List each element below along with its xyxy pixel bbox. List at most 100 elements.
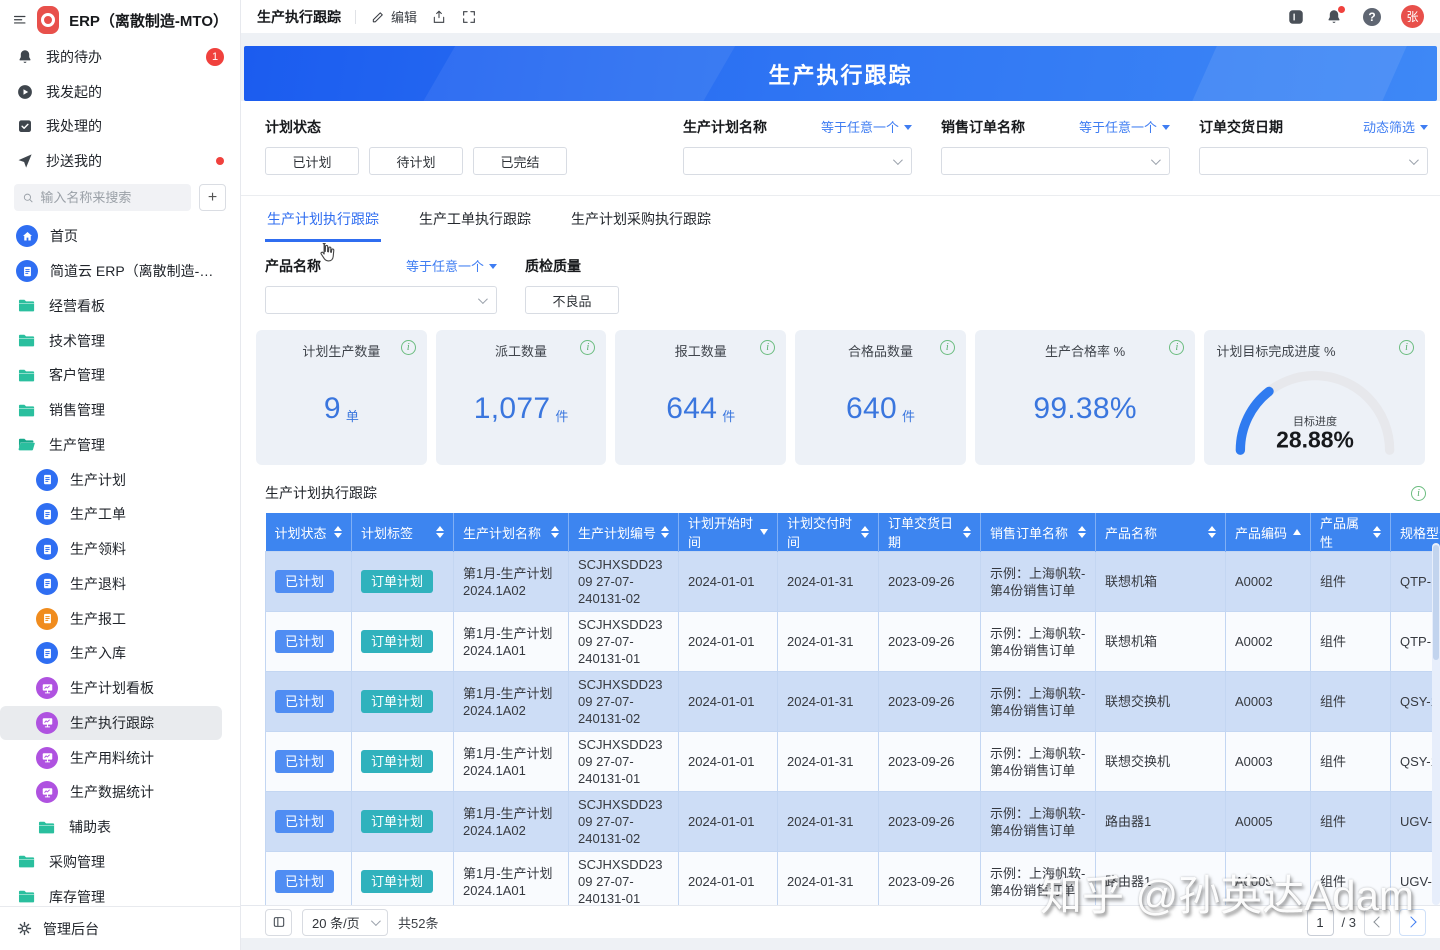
fullscreen-button[interactable] bbox=[461, 9, 477, 25]
column-header[interactable]: 产品属性 bbox=[1311, 513, 1391, 552]
sidebar-item-label: 生产执行跟踪 bbox=[70, 713, 154, 733]
red-dot bbox=[216, 157, 224, 165]
avatar[interactable]: 张 bbox=[1401, 5, 1424, 28]
table-cell: 示例：上海帆软-第4份销售订单 bbox=[981, 672, 1096, 732]
sidebar-item[interactable]: 我处理的 bbox=[0, 109, 240, 144]
column-header[interactable]: 计划状态 bbox=[266, 513, 352, 552]
info-icon[interactable]: i bbox=[940, 340, 955, 355]
admin-console-item[interactable]: 管理后台 bbox=[0, 906, 240, 950]
sidebar-item-label: 简道云 ERP（离散制造-MTO）... bbox=[50, 261, 224, 281]
sidebar-nav-item[interactable]: 生产工单 bbox=[0, 497, 240, 532]
operator-selector[interactable]: 等于任意一个 bbox=[821, 117, 912, 136]
sidebar-item-label: 生产领料 bbox=[70, 539, 126, 559]
sidebar-nav-item[interactable]: 技术管理 bbox=[0, 323, 240, 358]
table-settings-button[interactable] bbox=[265, 909, 292, 936]
sidebar-nav-item[interactable]: 生产数据统计 bbox=[0, 775, 240, 810]
scrollbar-thumb[interactable] bbox=[1433, 545, 1439, 660]
operator-selector[interactable]: 等于任意一个 bbox=[1079, 117, 1170, 136]
table-row[interactable]: 已计划订单计划第1月-生产计划 2024.1A02SCJHXSDD2309 27… bbox=[266, 672, 1440, 732]
table-title: 生产计划执行跟踪 bbox=[265, 483, 377, 503]
table-row[interactable]: 已计划订单计划第1月-生产计划 2024.1A01SCJHXSDD2309 27… bbox=[266, 732, 1440, 792]
sidebar-nav-item[interactable]: 生产计划看板 bbox=[0, 671, 240, 706]
column-header[interactable]: 订单交货日期 bbox=[879, 513, 981, 552]
tab[interactable]: 生产工单执行跟踪 bbox=[417, 196, 533, 242]
sidebar-nav-item[interactable]: 简道云 ERP（离散制造-MTO）... bbox=[0, 254, 240, 289]
page-size-select[interactable]: 20 条/页 bbox=[302, 909, 388, 936]
defective-option-button[interactable]: 不良品 bbox=[525, 286, 619, 314]
sidebar-nav-item[interactable]: 采购管理 bbox=[0, 845, 240, 880]
sidebar-nav-item[interactable]: 生产管理 bbox=[0, 428, 240, 463]
help-button[interactable]: ? bbox=[1363, 8, 1381, 26]
product-name-select[interactable] bbox=[265, 286, 497, 314]
sidebar-nav-item[interactable]: 生产计划 bbox=[0, 462, 240, 497]
table-cell: 2024-01-01 bbox=[679, 552, 778, 612]
edit-button[interactable]: 编辑 bbox=[370, 7, 417, 26]
info-icon[interactable]: i bbox=[1399, 340, 1414, 355]
table-row[interactable]: 已计划订单计划第1月-生产计划 2024.1A01SCJHXSDD2309 27… bbox=[266, 612, 1440, 672]
next-page-button[interactable] bbox=[1399, 909, 1426, 936]
status-option-button[interactable]: 已计划 bbox=[265, 147, 359, 175]
table-cell: 2024-01-31 bbox=[778, 612, 879, 672]
prev-page-button[interactable] bbox=[1364, 909, 1391, 936]
table-cell: 组件 bbox=[1311, 852, 1391, 906]
table-row[interactable]: 已计划订单计划第1月-生产计划 2024.1A02SCJHXSDD2309 27… bbox=[266, 792, 1440, 852]
table-row[interactable]: 已计划订单计划第1月-生产计划 2024.1A01SCJHXSDD2309 27… bbox=[266, 852, 1440, 906]
stat-label: 计划目标完成进度 % bbox=[1216, 341, 1335, 360]
operator-selector[interactable]: 等于任意一个 bbox=[406, 256, 497, 275]
gear-icon bbox=[16, 920, 33, 937]
column-header[interactable]: 销售订单名称 bbox=[981, 513, 1096, 552]
sidebar-nav-item[interactable]: 生产入库 bbox=[0, 636, 240, 671]
sidebar-nav-item[interactable]: 生产退料 bbox=[0, 567, 240, 602]
sidebar-item-label: 抄送我的 bbox=[46, 151, 102, 171]
vertical-scrollbar[interactable] bbox=[1432, 543, 1440, 905]
sidebar-nav-item[interactable]: 库存管理 bbox=[0, 879, 240, 906]
status-option-button[interactable]: 已完结 bbox=[473, 147, 567, 175]
info-icon[interactable]: i bbox=[760, 340, 775, 355]
info-icon[interactable]: i bbox=[1169, 340, 1184, 355]
sidebar-nav-item[interactable]: 生产报工 bbox=[0, 601, 240, 636]
sidebar-nav-item[interactable]: 辅助表 bbox=[0, 810, 240, 845]
notifications-button[interactable] bbox=[1325, 8, 1343, 26]
sidebar-nav-item[interactable]: 生产执行跟踪 bbox=[0, 706, 222, 741]
sidebar-nav-item[interactable]: 生产领料 bbox=[0, 532, 240, 567]
info-icon[interactable]: i bbox=[401, 340, 416, 355]
tab[interactable]: 生产计划采购执行跟踪 bbox=[569, 196, 713, 242]
sidebar-nav-item[interactable]: 经营看板 bbox=[0, 289, 240, 324]
table-row[interactable]: 已计划订单计划第1月-生产计划 2024.1A02SCJHXSDD2309 27… bbox=[266, 552, 1440, 612]
chevron-down-icon bbox=[893, 155, 903, 165]
share-button[interactable] bbox=[431, 9, 447, 25]
column-header[interactable]: 产品编码 bbox=[1226, 513, 1311, 552]
status-option-button[interactable]: 待计划 bbox=[369, 147, 463, 175]
sidebar-nav-item[interactable]: 生产用料统计 bbox=[0, 740, 240, 775]
column-header[interactable]: 生产计划编号 bbox=[569, 513, 679, 552]
info-icon[interactable]: i bbox=[580, 340, 595, 355]
tag-badge: 订单计划 bbox=[361, 750, 433, 773]
sidebar-nav: 首页 简道云 ERP（离散制造-MTO）... 经营看板 技术管理 客户管理 销… bbox=[0, 217, 240, 906]
sidebar-nav-item[interactable]: 首页 bbox=[0, 219, 240, 254]
info-icon[interactable]: i bbox=[1411, 486, 1426, 501]
page-input[interactable]: 1 bbox=[1307, 909, 1334, 936]
column-header[interactable]: 产品名称 bbox=[1096, 513, 1226, 552]
plan-name-select[interactable] bbox=[683, 147, 912, 175]
sidebar-nav-item[interactable]: 销售管理 bbox=[0, 393, 240, 428]
journal-panel-button[interactable] bbox=[1287, 8, 1305, 26]
tab[interactable]: 生产计划执行跟踪 bbox=[265, 196, 381, 242]
delivery-date-select[interactable] bbox=[1199, 147, 1428, 175]
sidebar-item[interactable]: 我发起的 bbox=[0, 75, 240, 110]
add-button[interactable]: + bbox=[199, 184, 226, 211]
search-input[interactable] bbox=[40, 190, 183, 205]
personal-section: 我的待办 1 我发起的 我处理的 抄送我的 bbox=[0, 40, 240, 178]
column-header[interactable]: 计划标签 bbox=[352, 513, 454, 552]
column-header[interactable]: 计划开始时间 bbox=[679, 513, 778, 552]
sidebar-item[interactable]: 我的待办 1 bbox=[0, 40, 240, 75]
sidebar-nav-item[interactable]: 客户管理 bbox=[0, 358, 240, 393]
menu-toggle-icon[interactable] bbox=[12, 10, 27, 30]
search-box[interactable] bbox=[14, 184, 191, 211]
table-cell: 2024-01-01 bbox=[679, 792, 778, 852]
column-header[interactable]: 生产计划名称 bbox=[454, 513, 569, 552]
sales-order-select[interactable] bbox=[941, 147, 1170, 175]
sidebar-item[interactable]: 抄送我的 bbox=[0, 144, 240, 179]
operator-selector[interactable]: 动态筛选 bbox=[1363, 117, 1428, 136]
column-header[interactable]: 计划交付时间 bbox=[778, 513, 879, 552]
notification-dot bbox=[1338, 6, 1345, 13]
